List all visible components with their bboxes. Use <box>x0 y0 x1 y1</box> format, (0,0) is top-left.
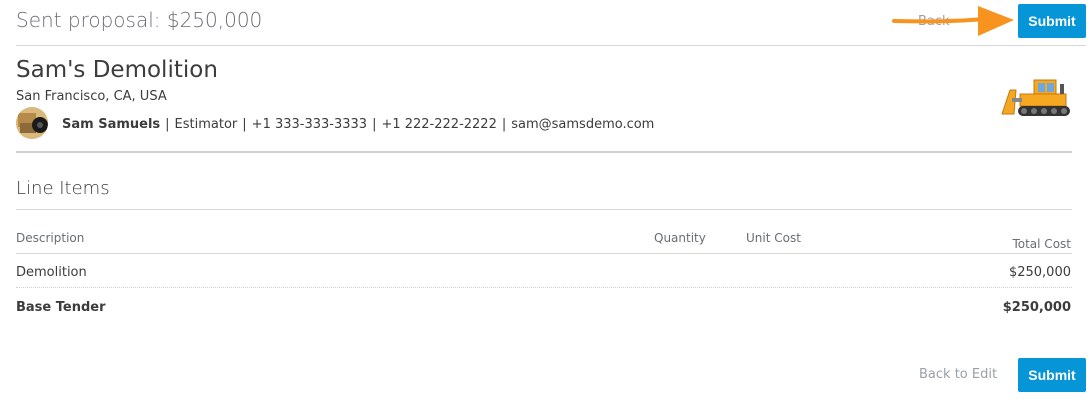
column-header-total-cost: Total Cost <box>1012 237 1071 251</box>
submit-button-bottom[interactable]: Submit <box>1018 358 1086 392</box>
contact-info: Sam Samuels | Estimator | +1 333-333-3333 | +1… <box>62 117 654 132</box>
column-header-unit-cost: Unit Cost <box>746 231 801 245</box>
divider <box>16 151 1072 153</box>
contact-phone-2: +1 222-222-2222 <box>381 117 497 132</box>
separator: | <box>165 117 170 132</box>
back-to-edit-link[interactable]: Back to Edit <box>919 367 997 382</box>
bulldozer-icon <box>1001 79 1070 116</box>
company-name: Sam's Demolition <box>16 57 218 83</box>
base-tender-label: Base Tender <box>16 300 106 315</box>
row-description: Demolition <box>16 265 87 280</box>
annotation-arrow-icon <box>892 6 1014 36</box>
submit-button[interactable]: Submit <box>1018 4 1086 38</box>
column-header-description: Description <box>16 231 85 245</box>
contact-name: Sam Samuels <box>62 117 161 132</box>
divider <box>16 253 1072 254</box>
company-address: San Francisco, CA, USA <box>16 89 167 104</box>
column-header-quantity: Quantity <box>654 231 706 245</box>
separator: | <box>372 117 377 132</box>
separator: | <box>242 117 247 132</box>
row-total: $250,000 <box>1008 265 1071 280</box>
divider <box>16 209 1072 210</box>
base-tender-total: $250,000 <box>1002 300 1071 315</box>
page-title: Sent proposal: $250,000 <box>16 8 263 32</box>
divider <box>16 45 1086 46</box>
contact-email: sam@samsdemo.com <box>511 117 655 132</box>
contact-role: Estimator <box>174 117 238 132</box>
separator: | <box>501 117 507 132</box>
avatar-image-icon <box>16 107 48 139</box>
contact-phone-1: +1 333-333-3333 <box>251 117 368 132</box>
line-items-title: Line Items <box>16 178 110 199</box>
avatar <box>16 107 48 139</box>
divider <box>16 287 1072 288</box>
